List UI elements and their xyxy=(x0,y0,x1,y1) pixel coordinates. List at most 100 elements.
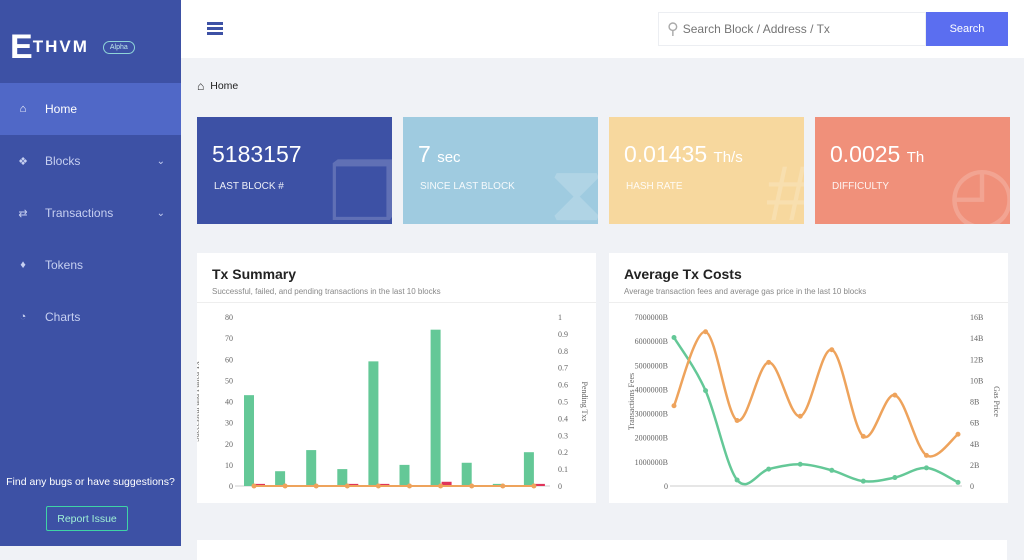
point-gas-price xyxy=(892,392,898,398)
point-gas-price xyxy=(955,431,961,437)
point-transaction-fees xyxy=(671,335,677,341)
chart-subtitle: Successful, failed, and pending transact… xyxy=(212,287,441,296)
home-icon: ⌂ xyxy=(197,79,205,93)
y2-tick-label: 0.3 xyxy=(558,431,568,440)
search-box: ⚲ xyxy=(658,12,926,46)
ethereum-icon: ♦ xyxy=(20,259,26,271)
stat-label: HASH RATE xyxy=(626,181,683,192)
point-pending xyxy=(375,483,381,489)
sidebar-item-transactions[interactable]: ⇄ Transactions ⌄ xyxy=(0,187,181,239)
y-tick-label: 1000000B xyxy=(635,458,668,467)
avg-tx-costs-card: Average Tx Costs Average transaction fee… xyxy=(609,253,1008,503)
chevron-down-icon: ⌄ xyxy=(156,155,165,167)
stat-label: DIFFICULTY xyxy=(832,181,890,192)
y-tick-label: 60 xyxy=(225,355,233,364)
y2-tick-label: 0 xyxy=(970,482,974,491)
line-gas-price xyxy=(672,330,959,458)
alpha-badge: Alpha xyxy=(102,40,135,54)
point-gas-price xyxy=(703,329,709,335)
stat-value: 0.0025 xyxy=(830,141,901,167)
bar-successful xyxy=(337,469,348,486)
exchange-icon: ⇄ xyxy=(18,207,28,220)
point-gas-price xyxy=(766,359,772,365)
point-transaction-fees xyxy=(734,477,740,483)
stat-card-since-last-block: ⧗ 7 sec SINCE LAST BLOCK xyxy=(403,117,598,224)
sidebar-item-label: Transactions xyxy=(45,206,114,220)
y2-tick-label: 10B xyxy=(970,376,983,385)
report-issue-button[interactable]: Report Issue xyxy=(46,506,128,531)
bar-failed xyxy=(534,483,545,486)
stat-value: 5183157 xyxy=(212,141,302,167)
next-card xyxy=(197,540,1007,560)
sidebar-item-home[interactable]: ⌂ Home xyxy=(0,83,181,135)
breadcrumb-home[interactable]: Home xyxy=(210,80,238,92)
sidebar-item-label: Home xyxy=(45,102,78,116)
pie-chart-icon: ◔ xyxy=(19,311,27,323)
stat-card-hash-rate: # 0.01435 Th/s HASH RATE xyxy=(609,117,804,224)
brand-name: THVM xyxy=(32,37,89,56)
point-pending xyxy=(500,483,506,489)
y2-tick-label: 6B xyxy=(970,419,979,428)
y-tick-label: 6000000B xyxy=(635,337,668,346)
point-transaction-fees xyxy=(860,478,866,484)
menu-icon[interactable] xyxy=(207,22,223,35)
top-bar: ⚲ Search xyxy=(181,0,1024,58)
y-tick-label: 4000000B xyxy=(635,385,668,394)
tx-summary-chart: 0 10 20 30 40 50 60 70 80 0 0.1 0.2 0.3 0.4 0.5 0.6 0.7 0… xyxy=(197,313,589,491)
bar-successful xyxy=(523,452,534,486)
stat-unit: Th/s xyxy=(713,149,743,166)
y2-tick-label: 8B xyxy=(970,398,979,407)
point-transaction-fees xyxy=(829,467,835,473)
bar-successful xyxy=(275,471,286,486)
y2-tick-label: 0.2 xyxy=(558,448,568,457)
logo[interactable]: E THVM Alpha xyxy=(10,30,135,64)
cubes-icon: ❒ xyxy=(328,149,392,224)
stat-unit: Th xyxy=(906,149,925,166)
sidebar: E THVM Alpha ⌂ Home ❖ Blocks ⌄ ⇄ Transaction… xyxy=(0,0,181,546)
y-tick-label: 0 xyxy=(664,482,668,491)
y2-tick-label: 0.9 xyxy=(558,330,568,339)
point-transaction-fees xyxy=(955,479,961,485)
stat-label: LAST BLOCK # xyxy=(214,181,284,192)
stat-unit: sec xyxy=(437,149,461,166)
point-transaction-fees xyxy=(703,388,709,394)
y-tick-label: 0 xyxy=(229,482,233,491)
y2-tick-label: 0.6 xyxy=(558,381,568,390)
search-icon: ⚲ xyxy=(667,21,679,38)
y-axis-label: Successful and Failed Tx xyxy=(197,361,201,442)
gauge-icon: ◴ xyxy=(947,149,1010,224)
point-transaction-fees xyxy=(892,475,898,481)
point-gas-price xyxy=(671,403,677,409)
y-tick-label: 10 xyxy=(225,461,233,470)
y2-tick-label: 16B xyxy=(970,313,983,322)
stat-value: 0.01435 xyxy=(624,141,708,167)
chart-subtitle: Average transaction fees and average gas… xyxy=(624,287,867,296)
y2-tick-label: 0 xyxy=(558,482,562,491)
y-tick-label: 50 xyxy=(225,376,233,385)
bar-successful xyxy=(461,462,472,486)
hash-icon: # xyxy=(767,154,804,224)
point-gas-price xyxy=(860,433,866,439)
y-axis-label: Transactions Fees xyxy=(627,373,636,430)
sidebar-item-tokens[interactable]: ♦ Tokens xyxy=(0,239,181,291)
y2-tick-label: 14B xyxy=(970,334,983,343)
y-tick-label: 2000000B xyxy=(635,434,668,443)
sidebar-item-label: Charts xyxy=(45,310,81,324)
y2-tick-label: 1 xyxy=(558,313,562,322)
point-pending xyxy=(438,483,444,489)
chevron-down-icon: ⌄ xyxy=(156,207,165,219)
y-tick-label: 70 xyxy=(225,334,233,343)
point-gas-price xyxy=(829,347,835,353)
sidebar-nav: ⌂ Home ❖ Blocks ⌄ ⇄ Transactions ⌄ ♦ Tokens ◔ C… xyxy=(0,83,181,343)
y-tick-label: 80 xyxy=(225,313,233,322)
y-tick-label: 5000000B xyxy=(635,361,668,370)
y-tick-label: 7000000B xyxy=(635,313,668,322)
home-icon: ⌂ xyxy=(19,103,27,115)
sidebar-item-label: Blocks xyxy=(45,154,81,168)
search-input[interactable] xyxy=(682,22,913,36)
sidebar-item-blocks[interactable]: ❖ Blocks ⌄ xyxy=(0,135,181,187)
sidebar-item-charts[interactable]: ◔ Charts xyxy=(0,291,181,343)
chart-title: Average Tx Costs xyxy=(624,266,742,282)
search-button[interactable]: Search xyxy=(926,12,1008,46)
bar-successful xyxy=(244,395,254,486)
